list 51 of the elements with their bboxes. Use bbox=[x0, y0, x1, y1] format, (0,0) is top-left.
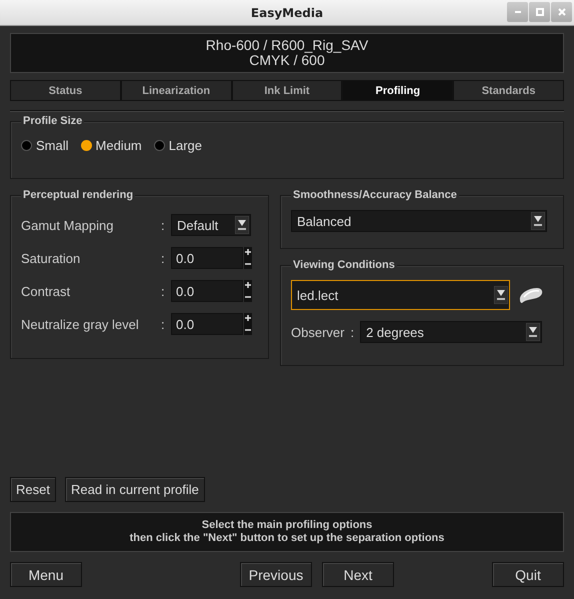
button[interactable]: Previous bbox=[240, 562, 312, 587]
button[interactable]: Read in current profile bbox=[64, 477, 205, 502]
number-field[interactable]: 0.0 bbox=[171, 313, 243, 335]
tab[interactable]: Ink Limit bbox=[232, 80, 342, 101]
colon-text: : bbox=[161, 218, 166, 232]
dropdown[interactable]: 2 degrees bbox=[360, 321, 542, 343]
message-text: then click the "Next" button to set up the separation options bbox=[130, 532, 444, 545]
dropdown-arrow-icon bbox=[235, 216, 249, 234]
colon-text: : bbox=[161, 250, 166, 266]
field-label: Neutralize gray level bbox=[21, 316, 140, 332]
header-text: CMYK / 600 bbox=[249, 53, 325, 68]
header-text: Rho-600 / R600_Rig_SAV bbox=[206, 38, 368, 53]
number-field[interactable]: 0.0 bbox=[171, 247, 243, 269]
radio-button[interactable]: Small bbox=[21, 138, 69, 153]
spinner-buttons-icon[interactable] bbox=[244, 313, 252, 335]
radio-button[interactable]: Medium bbox=[80, 138, 142, 153]
tab[interactable]: Status bbox=[10, 80, 121, 101]
dropdown[interactable]: Default bbox=[171, 214, 251, 236]
group-title: Profile Size bbox=[21, 115, 84, 127]
close-icon bbox=[558, 8, 566, 16]
spinner-buttons-icon[interactable] bbox=[244, 280, 252, 302]
colon-text: : bbox=[161, 316, 166, 332]
button[interactable]: Menu bbox=[10, 562, 82, 587]
group-title: Viewing Conditions bbox=[291, 259, 397, 271]
dropdown-arrow-icon bbox=[526, 323, 540, 341]
button[interactable]: Reset bbox=[10, 477, 56, 502]
group-title: Perceptual rendering bbox=[21, 189, 136, 201]
window-title: EasyMedia bbox=[250, 6, 324, 20]
button[interactable]: Next bbox=[322, 562, 394, 587]
field-label: Observer bbox=[291, 324, 344, 340]
field-label: Gamut Mapping bbox=[21, 218, 114, 232]
colon-text: : bbox=[350, 324, 354, 340]
dropdown-arrow-icon bbox=[531, 212, 545, 230]
field-label: Contrast bbox=[21, 284, 72, 298]
dropdown[interactable]: Balanced bbox=[291, 210, 547, 232]
message-text: Select the main profiling options bbox=[202, 519, 372, 532]
dropdown-arrow-icon bbox=[494, 286, 508, 304]
dropdown[interactable]: led.lect bbox=[291, 280, 510, 310]
capsule-icon[interactable] bbox=[518, 286, 544, 304]
button[interactable]: Quit bbox=[492, 562, 564, 587]
maximize-icon bbox=[536, 8, 544, 16]
radio-button[interactable]: Large bbox=[154, 138, 202, 153]
colon-text: : bbox=[161, 284, 166, 298]
spinner-buttons-icon[interactable] bbox=[244, 247, 252, 269]
field-label: Saturation bbox=[21, 250, 82, 266]
minimize-icon bbox=[514, 11, 522, 13]
number-field[interactable]: 0.0 bbox=[171, 280, 243, 302]
tab[interactable]: Profiling bbox=[342, 80, 454, 101]
group-title: Smoothness/Accuracy Balance bbox=[291, 189, 459, 201]
tab[interactable]: Linearization bbox=[120, 80, 232, 101]
tab[interactable]: Standards bbox=[453, 80, 564, 101]
